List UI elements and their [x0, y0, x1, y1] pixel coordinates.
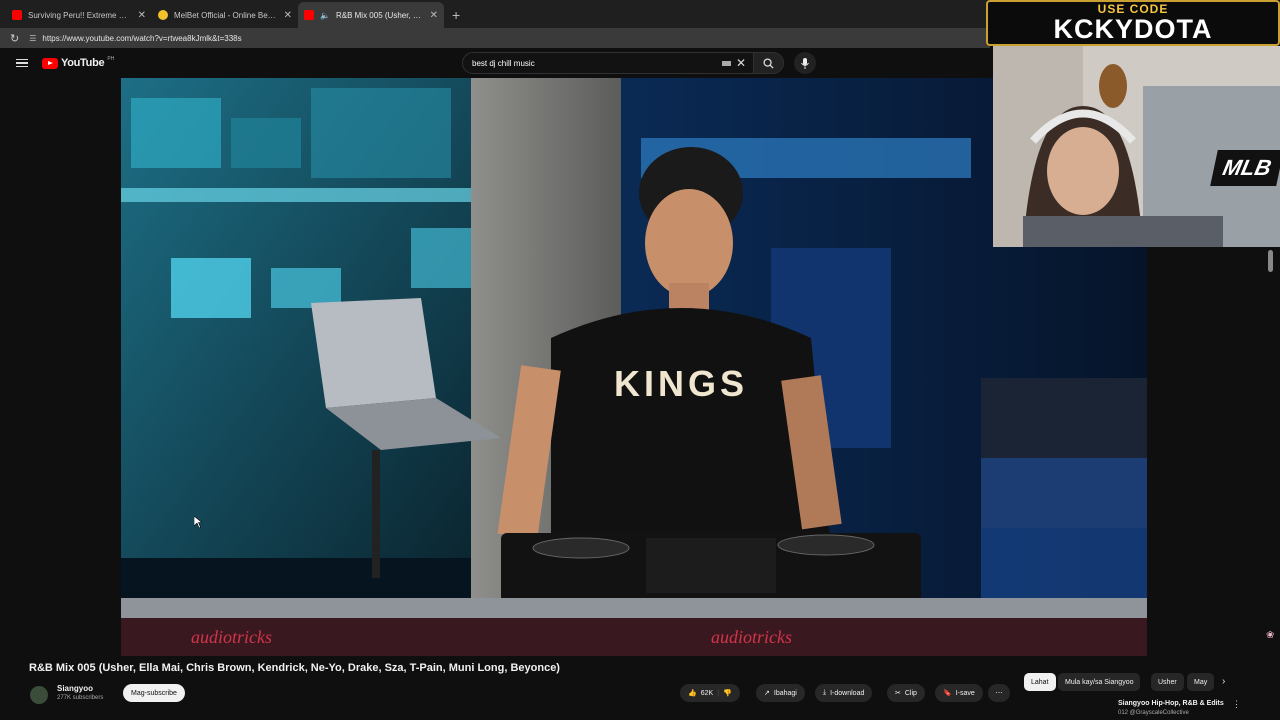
site-info-icon[interactable]: ☰	[29, 34, 36, 43]
share-label: Ibahagi	[773, 689, 797, 697]
thumbs-down-icon[interactable]: 👎	[723, 689, 732, 697]
promo-code-banner: USE CODE KCKYDOTA	[986, 0, 1280, 46]
like-count[interactable]: 62K	[701, 690, 713, 697]
page-scrollbar[interactable]	[1268, 250, 1273, 272]
tab-title: R&B Mix 005 (Usher, Ella Mai	[335, 10, 424, 20]
download-button[interactable]: ⤓ I-download	[815, 684, 873, 702]
promo-code: KCKYDOTA	[1053, 14, 1213, 44]
close-tab-icon[interactable]: ✕	[138, 10, 146, 21]
banner-text-left: audiotricks	[191, 627, 272, 647]
chip-may[interactable]: May	[1187, 673, 1215, 691]
chip-from-channel[interactable]: Mula kay/sa Siangyoo	[1058, 673, 1141, 691]
youtube-wordmark: YouTube	[61, 57, 105, 69]
clip-button[interactable]: ✂ Clip	[887, 684, 925, 702]
url-field[interactable]: ☰ https://www.youtube.com/watch?v=rtwea8…	[29, 34, 241, 43]
recommended-subtitle: 012 @GrayscaleCollective	[1118, 710, 1189, 716]
close-tab-icon[interactable]: ✕	[284, 10, 292, 21]
browser-tab-strip: Surviving Peru!! Extreme Meats In ✕ MelB…	[0, 0, 990, 28]
search-input[interactable]: best dj chill music ✕	[462, 52, 754, 74]
chip-all[interactable]: Lahat	[1024, 673, 1056, 691]
search-button[interactable]	[754, 52, 784, 74]
video-title: R&B Mix 005 (Usher, Ella Mai, Chris Brow…	[29, 662, 560, 674]
shirt-text: KINGS	[614, 363, 748, 404]
browser-tab-active[interactable]: 🔈 R&B Mix 005 (Usher, Ella Mai ✕	[298, 2, 444, 28]
youtube-favicon-icon	[304, 10, 314, 20]
kebab-menu-icon[interactable]: ⋮	[1232, 699, 1241, 710]
menu-icon[interactable]	[16, 58, 28, 68]
webcam-feed: MLB	[993, 46, 1280, 247]
url-text: https://www.youtube.com/watch?v=rtwea8kJ…	[42, 33, 242, 43]
microphone-icon	[801, 57, 809, 69]
mlb-badge: MLB	[1210, 150, 1280, 186]
youtube-favicon-icon	[12, 10, 22, 20]
browser-tab[interactable]: Surviving Peru!! Extreme Meats In ✕	[6, 2, 152, 28]
tab-title: Surviving Peru!! Extreme Meats In	[28, 10, 132, 20]
more-actions-button[interactable]: ⋯	[988, 684, 1010, 702]
share-button[interactable]: ↗ Ibahagi	[756, 684, 805, 702]
divider: |	[717, 689, 720, 697]
mlb-badge-text: MLB	[1220, 155, 1274, 180]
speaker-icon: 🔈	[320, 10, 330, 20]
like-dislike-group: 👍 62K | 👎	[680, 684, 740, 702]
thumbs-up-icon[interactable]: 👍	[688, 689, 697, 697]
youtube-logo[interactable]: YouTube PH	[42, 56, 115, 69]
address-bar: ↻ ☰ https://www.youtube.com/watch?v=rtwe…	[0, 28, 990, 48]
save-button[interactable]: 🔖 I-save	[935, 684, 983, 702]
save-label: I-save	[955, 689, 975, 697]
subscribe-button[interactable]: Mag-subscribe	[123, 684, 185, 702]
chip-usher[interactable]: Usher	[1151, 673, 1184, 691]
webcam-frame	[993, 46, 1280, 247]
mouse-cursor-icon	[194, 516, 202, 528]
melbet-favicon-icon	[158, 10, 168, 20]
more-icon: ⋯	[995, 690, 1003, 697]
chevron-right-icon[interactable]: ›	[1222, 676, 1225, 687]
clear-search-icon[interactable]: ✕	[736, 56, 746, 70]
close-tab-icon[interactable]: ✕	[430, 10, 438, 21]
search-query: best dj chill music	[472, 58, 535, 68]
flower-decoration-icon: ❀	[1266, 630, 1275, 641]
banner-text-right: audiotricks	[711, 627, 792, 647]
share-icon: ↗	[764, 690, 770, 697]
subscriber-count: 277K subscribers	[57, 695, 104, 701]
search-icon	[763, 57, 774, 69]
keyboard-icon[interactable]	[722, 61, 731, 66]
recommended-title[interactable]: Siangyoo Hip-Hop, R&B & Edits	[1118, 700, 1224, 707]
download-icon: ⤓	[823, 689, 827, 696]
region-code: PH	[107, 56, 115, 62]
clip-label: Clip	[904, 689, 917, 697]
bookmark-icon: 🔖	[943, 690, 952, 697]
channel-avatar[interactable]	[30, 686, 48, 704]
tab-title: MelBet Official - Online Betting W	[174, 10, 278, 20]
download-label: I-download	[830, 689, 865, 697]
new-tab-button[interactable]: +	[444, 2, 468, 28]
voice-search-button[interactable]	[794, 52, 816, 74]
scissors-icon: ✂	[895, 690, 901, 697]
channel-name[interactable]: Siangyoo	[57, 684, 93, 693]
browser-tab[interactable]: MelBet Official - Online Betting W ✕	[152, 2, 298, 28]
youtube-play-icon	[42, 57, 58, 69]
reload-icon[interactable]: ↻	[10, 32, 19, 45]
